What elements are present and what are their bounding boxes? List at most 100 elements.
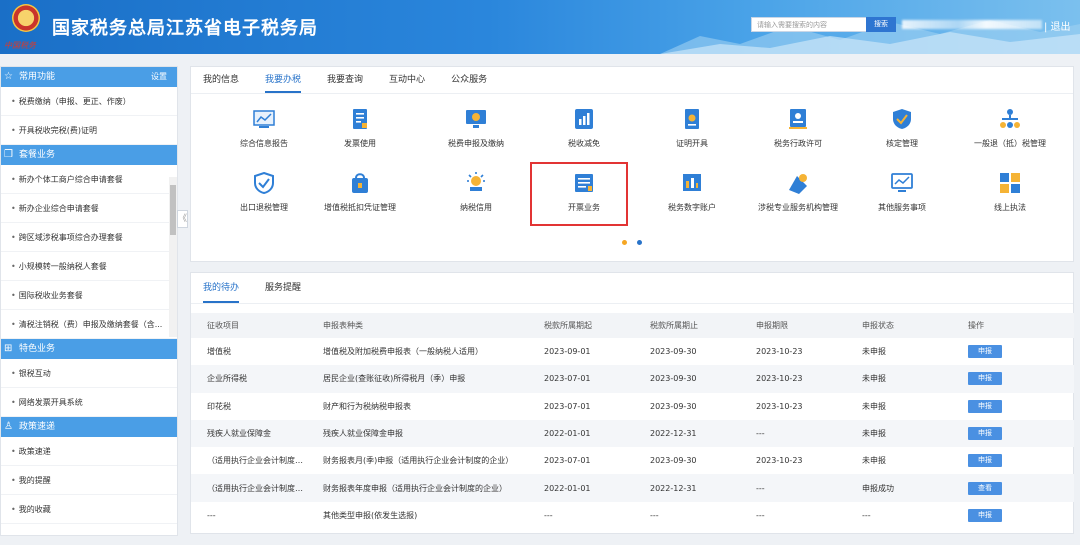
- action-cell: 申报: [952, 447, 1074, 474]
- tab-public-service[interactable]: 公众服务: [451, 67, 487, 93]
- table-cell: 财务报表月(季)申报（适用执行企业会计制度的企业）: [323, 456, 514, 466]
- function-label: 税收减免: [568, 139, 600, 148]
- function-tile[interactable]: 线上执法: [950, 172, 1070, 213]
- sidebar-item[interactable]: 跨区域涉税事项综合办理套餐: [1, 223, 177, 252]
- certificate-icon: [681, 108, 703, 130]
- table-cell: 2022-12-31: [634, 474, 740, 502]
- sidebar-item[interactable]: 我的收藏: [1, 495, 177, 524]
- action-cell: 申报: [952, 365, 1074, 393]
- function-tile[interactable]: 纳税信用: [426, 172, 526, 213]
- tax-emblem-icon: [6, 4, 46, 38]
- function-tile[interactable]: 其他服务事项: [852, 172, 952, 213]
- shield-check-icon: [891, 108, 913, 130]
- search-input[interactable]: 请输入需要搜索的内容: [751, 17, 867, 32]
- declare-button[interactable]: 查看: [968, 481, 1002, 495]
- tab-tax-handling[interactable]: 我要办税: [265, 67, 302, 93]
- settings-link[interactable]: 设置: [151, 67, 167, 87]
- table-cell: 2023-10-23: [756, 401, 803, 411]
- function-tile[interactable]: 核定管理: [852, 108, 952, 149]
- sidebar-item[interactable]: 税费缴纳（申报、更正、作废）: [1, 87, 177, 116]
- declare-button[interactable]: 申报: [968, 454, 1002, 468]
- table-cell: 其他类型申报(依发生选报): [323, 510, 418, 520]
- sidebar-item[interactable]: 清税注销税（费）申报及缴纳套餐（含...: [1, 310, 177, 339]
- sidebar-collapse-button[interactable]: 《: [177, 210, 188, 228]
- sidebar-group-common[interactable]: ☆ 常用功能 设置: [1, 67, 177, 87]
- declare-button[interactable]: 申报: [968, 427, 1002, 441]
- tab-query[interactable]: 我要查询: [327, 67, 363, 93]
- function-tile[interactable]: 税务行政许可: [748, 108, 848, 149]
- tab-interaction[interactable]: 互动中心: [389, 67, 425, 93]
- function-tile[interactable]: 涉税专业服务机构管理: [748, 172, 848, 213]
- declare-button[interactable]: 申报: [968, 372, 1002, 386]
- table-row: （适用执行企业会计制度的... 财务报表年度申报（适用执行企业会计制度的企业） 20…: [191, 474, 1074, 502]
- sidebar-item[interactable]: 开具税收完税(费)证明: [1, 116, 177, 145]
- sidebar-item[interactable]: 政策速递: [1, 437, 177, 466]
- sidebar-item[interactable]: 我的提醒: [1, 466, 177, 495]
- table-row: 印花税 财产和行为税纳税申报表 2023-07-01 2023-09-30 2023-1…: [191, 393, 1074, 420]
- action-cell: 申报: [952, 419, 1074, 448]
- table-cell: ---: [544, 510, 553, 520]
- table-cell: 未申报: [862, 456, 886, 466]
- table-cell: 2023-09-30: [650, 401, 697, 411]
- function-tile[interactable]: 发票使用: [310, 108, 410, 149]
- function-tile[interactable]: 税费申报及缴纳: [426, 108, 526, 149]
- tab-my-todo[interactable]: 我的待办: [203, 273, 240, 303]
- sidebar-group-special[interactable]: ⊞ 特色业务: [1, 339, 177, 359]
- declare-button[interactable]: 申报: [968, 508, 1002, 522]
- function-tile[interactable]: 增值税抵扣凭证管理: [310, 172, 410, 213]
- logout-link[interactable]: | 退出: [1044, 18, 1071, 33]
- table-cell: 2023-09-30: [634, 365, 740, 393]
- online-law-icon: [999, 172, 1021, 194]
- function-tile[interactable]: 税收减免: [534, 108, 634, 149]
- sidebar-item[interactable]: 新办企业综合申请套餐: [1, 194, 177, 223]
- table-cell: 2023-09-30: [650, 456, 697, 466]
- sidebar-scrollbar[interactable]: [169, 177, 177, 337]
- table-cell: 2023-07-01: [528, 365, 634, 393]
- table-cell: 增值税: [207, 347, 231, 357]
- sidebar-item[interactable]: 国际税收业务套餐: [1, 281, 177, 310]
- sidebar-item[interactable]: 小规模转一般纳税人套餐: [1, 252, 177, 281]
- emblem-script: 中国税务: [4, 41, 36, 50]
- search-button[interactable]: 搜索: [866, 17, 896, 32]
- sidebar-group-package[interactable]: ❒ 套餐业务: [1, 145, 177, 165]
- sidebar-item[interactable]: 网络发票开具系统: [1, 388, 177, 417]
- person-icon: ♙: [4, 421, 13, 432]
- function-tile[interactable]: 税务数字账户: [642, 172, 742, 213]
- package-icon: ❒: [4, 149, 13, 160]
- function-label: 纳税信用: [460, 203, 492, 212]
- function-label: 出口退税管理: [240, 203, 288, 212]
- function-tile[interactable]: 证明开具: [642, 108, 742, 149]
- action-cell: 申报: [952, 338, 1074, 365]
- table-cell: ---: [207, 510, 216, 520]
- highlight-box: [530, 162, 628, 226]
- declare-button[interactable]: 申报: [968, 345, 1002, 359]
- sidebar-item[interactable]: 新办个体工商户综合申请套餐: [1, 165, 177, 194]
- sidebar-group-policy[interactable]: ♙ 政策速递: [1, 417, 177, 437]
- column-header: 征收项目: [191, 313, 307, 338]
- action-cell: 申报: [952, 502, 1074, 529]
- table-cell: ---: [650, 510, 659, 520]
- sidebar-item[interactable]: 银税互动: [1, 359, 177, 388]
- function-label: 综合信息报告: [240, 139, 288, 148]
- pager-dot-active[interactable]: [622, 240, 627, 245]
- function-tile[interactable]: 一般退（抵）税管理: [950, 108, 1070, 149]
- function-tile[interactable]: 综合信息报告: [214, 108, 314, 149]
- function-label: 税务数字账户: [668, 203, 716, 212]
- declare-button[interactable]: 申报: [968, 399, 1002, 413]
- org-tree-icon: [999, 108, 1021, 130]
- table-cell: 2022-12-31: [634, 419, 740, 448]
- todo-table: 征收项目 申报表种类 税款所属期起 税款所属期止 申报期限 申报状态 操作 增值…: [191, 313, 1074, 529]
- export-shield-icon: [253, 172, 275, 194]
- function-label: 核定管理: [886, 139, 918, 148]
- tab-service-reminder[interactable]: 服务提醒: [265, 273, 301, 303]
- function-tile[interactable]: 出口退税管理: [214, 172, 314, 213]
- table-row: 企业所得税 居民企业(查账征收)所得税月（季）申报 2023-07-01 2023-0…: [191, 365, 1074, 393]
- table-header-row: 征收项目 申报表种类 税款所属期起 税款所属期止 申报期限 申报状态 操作: [191, 313, 1074, 338]
- table-cell: ---: [740, 419, 846, 448]
- pager-dot[interactable]: [637, 240, 642, 245]
- table-row: （适用执行企业会计制度的... 财务报表月(季)申报（适用执行企业会计制度的企业）…: [191, 447, 1074, 474]
- function-label: 一般退（抵）税管理: [974, 139, 1046, 148]
- table-cell: （适用执行企业会计制度的...: [207, 456, 307, 466]
- function-panel: 我的信息 我要办税 我要查询 互动中心 公众服务: [190, 66, 1074, 262]
- tab-my-info[interactable]: 我的信息: [203, 67, 239, 93]
